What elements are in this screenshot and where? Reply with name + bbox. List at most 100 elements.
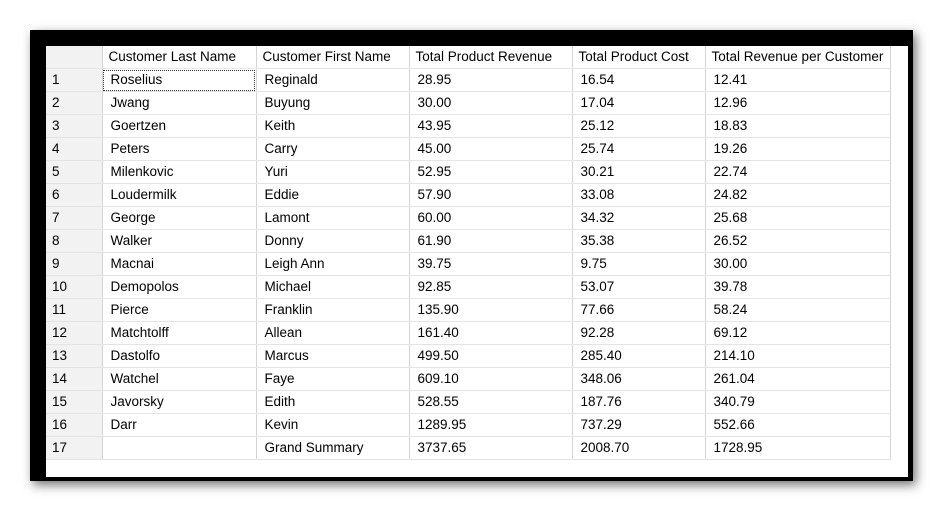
product-revenue-cell[interactable]: 609.10	[409, 367, 573, 391]
last-name-cell[interactable]: Milenkovic	[102, 160, 257, 184]
table-row[interactable]: 11 Pierce Franklin 135.90 77.66 58.24	[46, 298, 891, 322]
first-name-cell[interactable]: Kevin	[256, 413, 410, 437]
product-revenue-cell[interactable]: 28.95	[409, 68, 573, 92]
last-name-cell[interactable]: Roselius	[102, 68, 257, 92]
revenue-per-customer-cell[interactable]: 214.10	[705, 344, 891, 368]
last-name-cell[interactable]: Darr	[102, 413, 257, 437]
last-name-cell[interactable]: Watchel	[102, 367, 257, 391]
table-row[interactable]: 12 Matchtolff Allean 161.40 92.28 69.12	[46, 321, 891, 345]
product-revenue-cell[interactable]: 57.90	[409, 183, 573, 207]
last-name-cell[interactable]: Macnai	[102, 252, 257, 276]
product-revenue-cell[interactable]: 528.55	[409, 390, 573, 414]
table-row[interactable]: 16 Darr Kevin 1289.95 737.29 552.66	[46, 413, 891, 437]
revenue-per-customer-cell[interactable]: 25.68	[705, 206, 891, 230]
product-revenue-cell[interactable]: 61.90	[409, 229, 573, 253]
row-number[interactable]: 12	[46, 321, 103, 345]
last-name-cell[interactable]: Pierce	[102, 298, 257, 322]
row-number[interactable]: 3	[46, 114, 103, 138]
product-revenue-cell[interactable]: 30.00	[409, 91, 573, 115]
row-number[interactable]: 13	[46, 344, 103, 368]
row-number[interactable]: 6	[46, 183, 103, 207]
first-name-cell[interactable]: Leigh Ann	[256, 252, 410, 276]
first-name-cell[interactable]: Faye	[256, 367, 410, 391]
product-revenue-cell[interactable]: 60.00	[409, 206, 573, 230]
row-number[interactable]: 11	[46, 298, 103, 322]
revenue-per-customer-cell[interactable]: 261.04	[705, 367, 891, 391]
product-cost-cell[interactable]: 16.54	[572, 68, 706, 92]
product-cost-cell[interactable]: 92.28	[572, 321, 706, 345]
first-name-cell[interactable]: Buyung	[256, 91, 410, 115]
product-revenue-cell[interactable]: 499.50	[409, 344, 573, 368]
table-row[interactable]: 3 Goertzen Keith 43.95 25.12 18.83	[46, 114, 891, 138]
product-cost-cell[interactable]: 17.04	[572, 91, 706, 115]
product-revenue-cell[interactable]: 92.85	[409, 275, 573, 299]
product-cost-cell[interactable]: 2008.70	[572, 436, 706, 460]
table-row[interactable]: 4 Peters Carry 45.00 25.74 19.26	[46, 137, 891, 161]
first-name-cell[interactable]: Lamont	[256, 206, 410, 230]
product-revenue-cell[interactable]: 45.00	[409, 137, 573, 161]
table-row[interactable]: 13 Dastolfo Marcus 499.50 285.40 214.10	[46, 344, 891, 368]
first-name-cell[interactable]: Donny	[256, 229, 410, 253]
last-name-cell[interactable]: Goertzen	[102, 114, 257, 138]
product-cost-cell[interactable]: 53.07	[572, 275, 706, 299]
first-name-cell[interactable]: Keith	[256, 114, 410, 138]
revenue-per-customer-cell[interactable]: 1728.95	[705, 436, 891, 460]
row-number[interactable]: 16	[46, 413, 103, 437]
table-row[interactable]: 5 Milenkovic Yuri 52.95 30.21 22.74	[46, 160, 891, 184]
revenue-per-customer-cell[interactable]: 26.52	[705, 229, 891, 253]
table-row[interactable]: 6 Loudermilk Eddie 57.90 33.08 24.82	[46, 183, 891, 207]
revenue-per-customer-cell[interactable]: 30.00	[705, 252, 891, 276]
table-row[interactable]: 2 Jwang Buyung 30.00 17.04 12.96	[46, 91, 891, 115]
revenue-per-customer-cell[interactable]: 340.79	[705, 390, 891, 414]
last-name-cell[interactable]: Demopolos	[102, 275, 257, 299]
table-row[interactable]: 14 Watchel Faye 609.10 348.06 261.04	[46, 367, 891, 391]
column-header-customer-last-name[interactable]: Customer Last Name	[102, 46, 257, 69]
revenue-per-customer-cell[interactable]: 19.26	[705, 137, 891, 161]
row-number[interactable]: 14	[46, 367, 103, 391]
first-name-cell[interactable]: Yuri	[256, 160, 410, 184]
product-cost-cell[interactable]: 9.75	[572, 252, 706, 276]
product-revenue-cell[interactable]: 3737.65	[409, 436, 573, 460]
revenue-per-customer-cell[interactable]: 12.96	[705, 91, 891, 115]
select-all-corner[interactable]	[46, 46, 103, 69]
first-name-cell[interactable]: Reginald	[256, 68, 410, 92]
product-revenue-cell[interactable]: 135.90	[409, 298, 573, 322]
product-revenue-cell[interactable]: 52.95	[409, 160, 573, 184]
row-number[interactable]: 10	[46, 275, 103, 299]
table-row[interactable]: 1 Roselius Reginald 28.95 16.54 12.41	[46, 68, 891, 92]
last-name-cell[interactable]: Dastolfo	[102, 344, 257, 368]
product-cost-cell[interactable]: 30.21	[572, 160, 706, 184]
table-row[interactable]: 17 Grand Summary 3737.65 2008.70 1728.95	[46, 436, 891, 460]
first-name-cell[interactable]: Allean	[256, 321, 410, 345]
row-number[interactable]: 1	[46, 68, 103, 92]
revenue-per-customer-cell[interactable]: 24.82	[705, 183, 891, 207]
table-row[interactable]: 7 George Lamont 60.00 34.32 25.68	[46, 206, 891, 230]
product-revenue-cell[interactable]: 1289.95	[409, 413, 573, 437]
revenue-per-customer-cell[interactable]: 552.66	[705, 413, 891, 437]
column-header-total-revenue-per-customer[interactable]: Total Revenue per Customer	[705, 46, 891, 69]
table-row[interactable]: 10 Demopolos Michael 92.85 53.07 39.78	[46, 275, 891, 299]
row-number[interactable]: 17	[46, 436, 103, 460]
revenue-per-customer-cell[interactable]: 39.78	[705, 275, 891, 299]
row-number[interactable]: 4	[46, 137, 103, 161]
first-name-cell[interactable]: Michael	[256, 275, 410, 299]
product-cost-cell[interactable]: 35.38	[572, 229, 706, 253]
product-cost-cell[interactable]: 34.32	[572, 206, 706, 230]
first-name-cell[interactable]: Eddie	[256, 183, 410, 207]
product-revenue-cell[interactable]: 161.40	[409, 321, 573, 345]
last-name-cell[interactable]: Jwang	[102, 91, 257, 115]
first-name-cell[interactable]: Franklin	[256, 298, 410, 322]
product-cost-cell[interactable]: 737.29	[572, 413, 706, 437]
row-number[interactable]: 7	[46, 206, 103, 230]
row-number[interactable]: 8	[46, 229, 103, 253]
row-number[interactable]: 15	[46, 390, 103, 414]
column-header-customer-first-name[interactable]: Customer First Name	[256, 46, 410, 69]
revenue-per-customer-cell[interactable]: 69.12	[705, 321, 891, 345]
revenue-per-customer-cell[interactable]: 58.24	[705, 298, 891, 322]
product-cost-cell[interactable]: 285.40	[572, 344, 706, 368]
product-cost-cell[interactable]: 25.12	[572, 114, 706, 138]
row-number[interactable]: 5	[46, 160, 103, 184]
revenue-per-customer-cell[interactable]: 12.41	[705, 68, 891, 92]
table-row[interactable]: 9 Macnai Leigh Ann 39.75 9.75 30.00	[46, 252, 891, 276]
product-cost-cell[interactable]: 77.66	[572, 298, 706, 322]
